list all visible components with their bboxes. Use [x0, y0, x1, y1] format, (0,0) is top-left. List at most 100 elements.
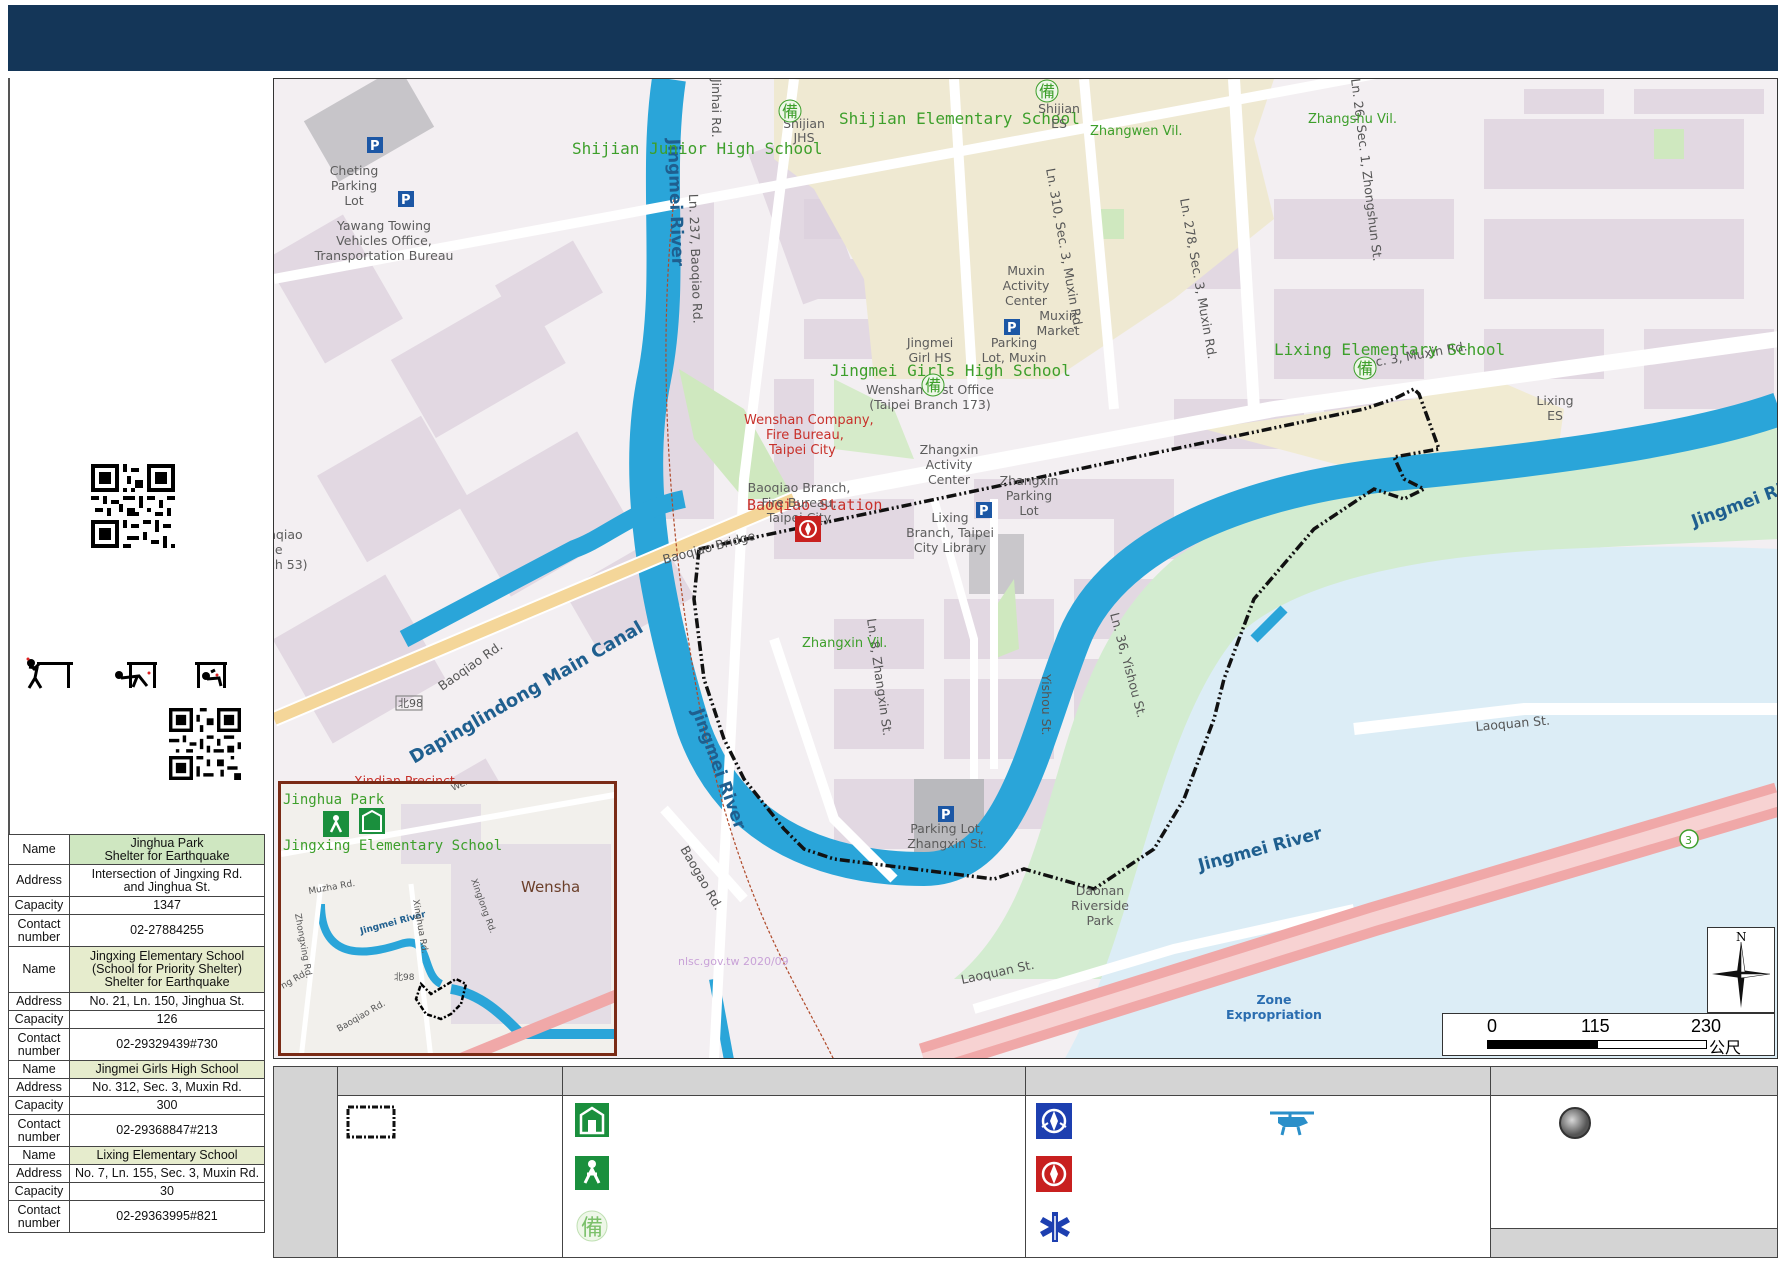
park	[1654, 129, 1684, 159]
shelter-table-row: Contact number 02-29368847#213	[8, 1114, 265, 1147]
shelter-table-row: Address Intersection of Jingxing Rd. and J…	[8, 864, 265, 897]
shelter-field-label: Name	[8, 946, 70, 993]
north-arrow: N	[1707, 927, 1775, 1013]
shelter-table-row: Capacity 30	[8, 1182, 265, 1201]
poi-label-line: Zhangxin	[1000, 473, 1059, 488]
shelter-table-row: Contact number 02-27884255	[8, 914, 265, 947]
shelter-value-line: 02-29363995#821	[116, 1209, 218, 1223]
poi-label-line: JHS	[792, 130, 814, 145]
shelter-value-line: No. 21, Ln. 150, Jinghua St.	[89, 994, 245, 1008]
poi-label-line: Jingmei	[906, 335, 953, 350]
shelter-field-label: Capacity	[8, 896, 70, 915]
shelter-table-row: Contact number 02-29329439#730	[8, 1028, 265, 1061]
shelter-value-line: Lixing Elementary School	[96, 1148, 238, 1162]
poi-label-line: ch 53)	[274, 557, 308, 572]
shelter-table-row: Capacity 300	[8, 1096, 265, 1115]
fire-label-line: Fire Bureau,	[766, 428, 844, 443]
shelter-field-value: 300	[69, 1096, 265, 1115]
shelter-field-value: Jinghua Park Shelter for Earthquake	[69, 834, 265, 865]
shelter-field-value: 30	[69, 1182, 265, 1201]
highway-label: 北98	[398, 697, 423, 710]
shelter-field-value: Jingxing Elementary School (School for Pr…	[69, 946, 265, 993]
shelter-value-line: No. 7, Ln. 155, Sec. 3, Muxin Rd.	[74, 1166, 260, 1180]
poi-label-line: City Library	[914, 540, 987, 555]
helipad-icon	[1270, 1111, 1314, 1136]
poi-label-line: Expropriation	[1226, 1007, 1322, 1022]
legend-footer	[1491, 1228, 1777, 1257]
shelter-table-row: Contact number 02-29363995#821	[8, 1200, 265, 1233]
boundary-dash-icon	[346, 1105, 396, 1139]
route-shield-icon: 3	[1679, 829, 1699, 849]
shelter-field-value: No. 21, Ln. 150, Jinghua St.	[69, 992, 265, 1011]
shelter-field-label: Capacity	[8, 1096, 70, 1115]
qr-code-icon[interactable]	[169, 708, 241, 780]
legend-side-header	[274, 1067, 337, 1257]
legend-col-other	[1490, 1067, 1777, 1257]
poi-label-line: ce	[274, 542, 283, 557]
shelter-field-label: Name	[8, 834, 70, 865]
legend-col-shelters: 備	[562, 1067, 1026, 1257]
poi-label-line: Parking Lot,	[910, 821, 984, 836]
reserve-bei-icon: 備	[576, 1210, 608, 1242]
inset-map[interactable]: Jinghua Park Jingxing Elementary School …	[278, 781, 617, 1056]
poi-label-line: Parking	[991, 335, 1037, 350]
poi-label-line: Park	[1086, 913, 1114, 928]
poi-label-line: Zhangxin St.	[907, 836, 987, 851]
poi-label-line: Shijian	[1038, 101, 1080, 116]
poi-label-line: Zone	[1256, 992, 1291, 1007]
legend-panel: 備	[273, 1066, 1778, 1258]
poi-label-line: Zhangxin	[920, 442, 979, 457]
svg-text:備: 備	[581, 1216, 603, 1241]
drop-pictogram-icon	[26, 657, 73, 689]
fire-icon	[1036, 1156, 1072, 1192]
poi-label-line: Center	[1005, 293, 1048, 308]
police-icon	[1036, 1103, 1072, 1139]
fire-station-icon	[795, 516, 821, 542]
shelter-park-icon	[575, 1156, 609, 1190]
reserve-bei-icon: 備	[921, 373, 945, 397]
shelter-field-label: Name	[8, 1146, 70, 1165]
left-panel-intro	[8, 78, 10, 378]
qr-code-icon[interactable]	[91, 464, 175, 548]
shelter-field-value: 1347	[69, 896, 265, 915]
poi-label-line: Center	[928, 472, 971, 487]
north-label: N	[1736, 930, 1747, 944]
shelter-field-label: Address	[8, 1078, 70, 1097]
shelter-field-value: 02-29329439#730	[69, 1028, 265, 1061]
grey-circle-icon	[1559, 1107, 1591, 1139]
svg-text:P: P	[1007, 321, 1017, 336]
map-frame[interactable]: Ln. 237, Baoqiao Rd. Ln. 310, Sec. 3, Mu…	[273, 78, 1778, 1059]
svg-text:備: 備	[1357, 359, 1373, 378]
shelter-field-label: Address	[8, 864, 70, 897]
scale-tick: 0	[1487, 1016, 1498, 1036]
shelter-building-icon	[575, 1103, 609, 1137]
village-label: Zhangxin Vil.	[802, 636, 887, 651]
shelter-field-label: Capacity	[8, 1010, 70, 1029]
route-number: 3	[1685, 834, 1692, 847]
shelter-field-value: 02-27884255	[69, 914, 265, 947]
shelter-field-label: Contact number	[8, 914, 70, 947]
shelter-table-row: Name Jingxing Elementary School (School fo…	[8, 946, 265, 993]
shelter-value-line: 02-29368847#213	[116, 1123, 218, 1137]
fire-label-line: Taipei City	[768, 443, 836, 458]
poi-label-line: Daonan	[1076, 883, 1124, 898]
scale-unit: 公尺	[1709, 1040, 1742, 1057]
poi-label-line: Girl HS	[908, 350, 951, 365]
svg-text:P: P	[979, 504, 989, 519]
shelter-field-label: Contact number	[8, 1114, 70, 1147]
poi-label-line: Lot, Muxin	[982, 350, 1047, 365]
fire-label-line: Wenshan Company,	[744, 413, 874, 428]
poi-label-line: ES	[1051, 116, 1067, 131]
legend-col-emergency	[1025, 1067, 1491, 1257]
left-panel-earthquake-guide	[8, 563, 241, 801]
inset-label: Jinghua Park	[283, 792, 385, 808]
shijian-jhs-label: Shijian Junior High School	[572, 139, 822, 158]
reserve-bei-icon: 備	[1353, 356, 1377, 380]
poi-label-line: Fire Bureau,	[762, 495, 837, 510]
shelter-value-line: 126	[156, 1012, 178, 1026]
shelter-field-value: Lixing Elementary School	[69, 1146, 265, 1165]
title-bar	[8, 5, 1778, 71]
poi-label-line: Riverside	[1071, 898, 1129, 913]
shelter-value-line: No. 312, Sec. 3, Muxin Rd.	[92, 1080, 242, 1094]
shelter-value-line: 02-27884255	[130, 923, 204, 937]
